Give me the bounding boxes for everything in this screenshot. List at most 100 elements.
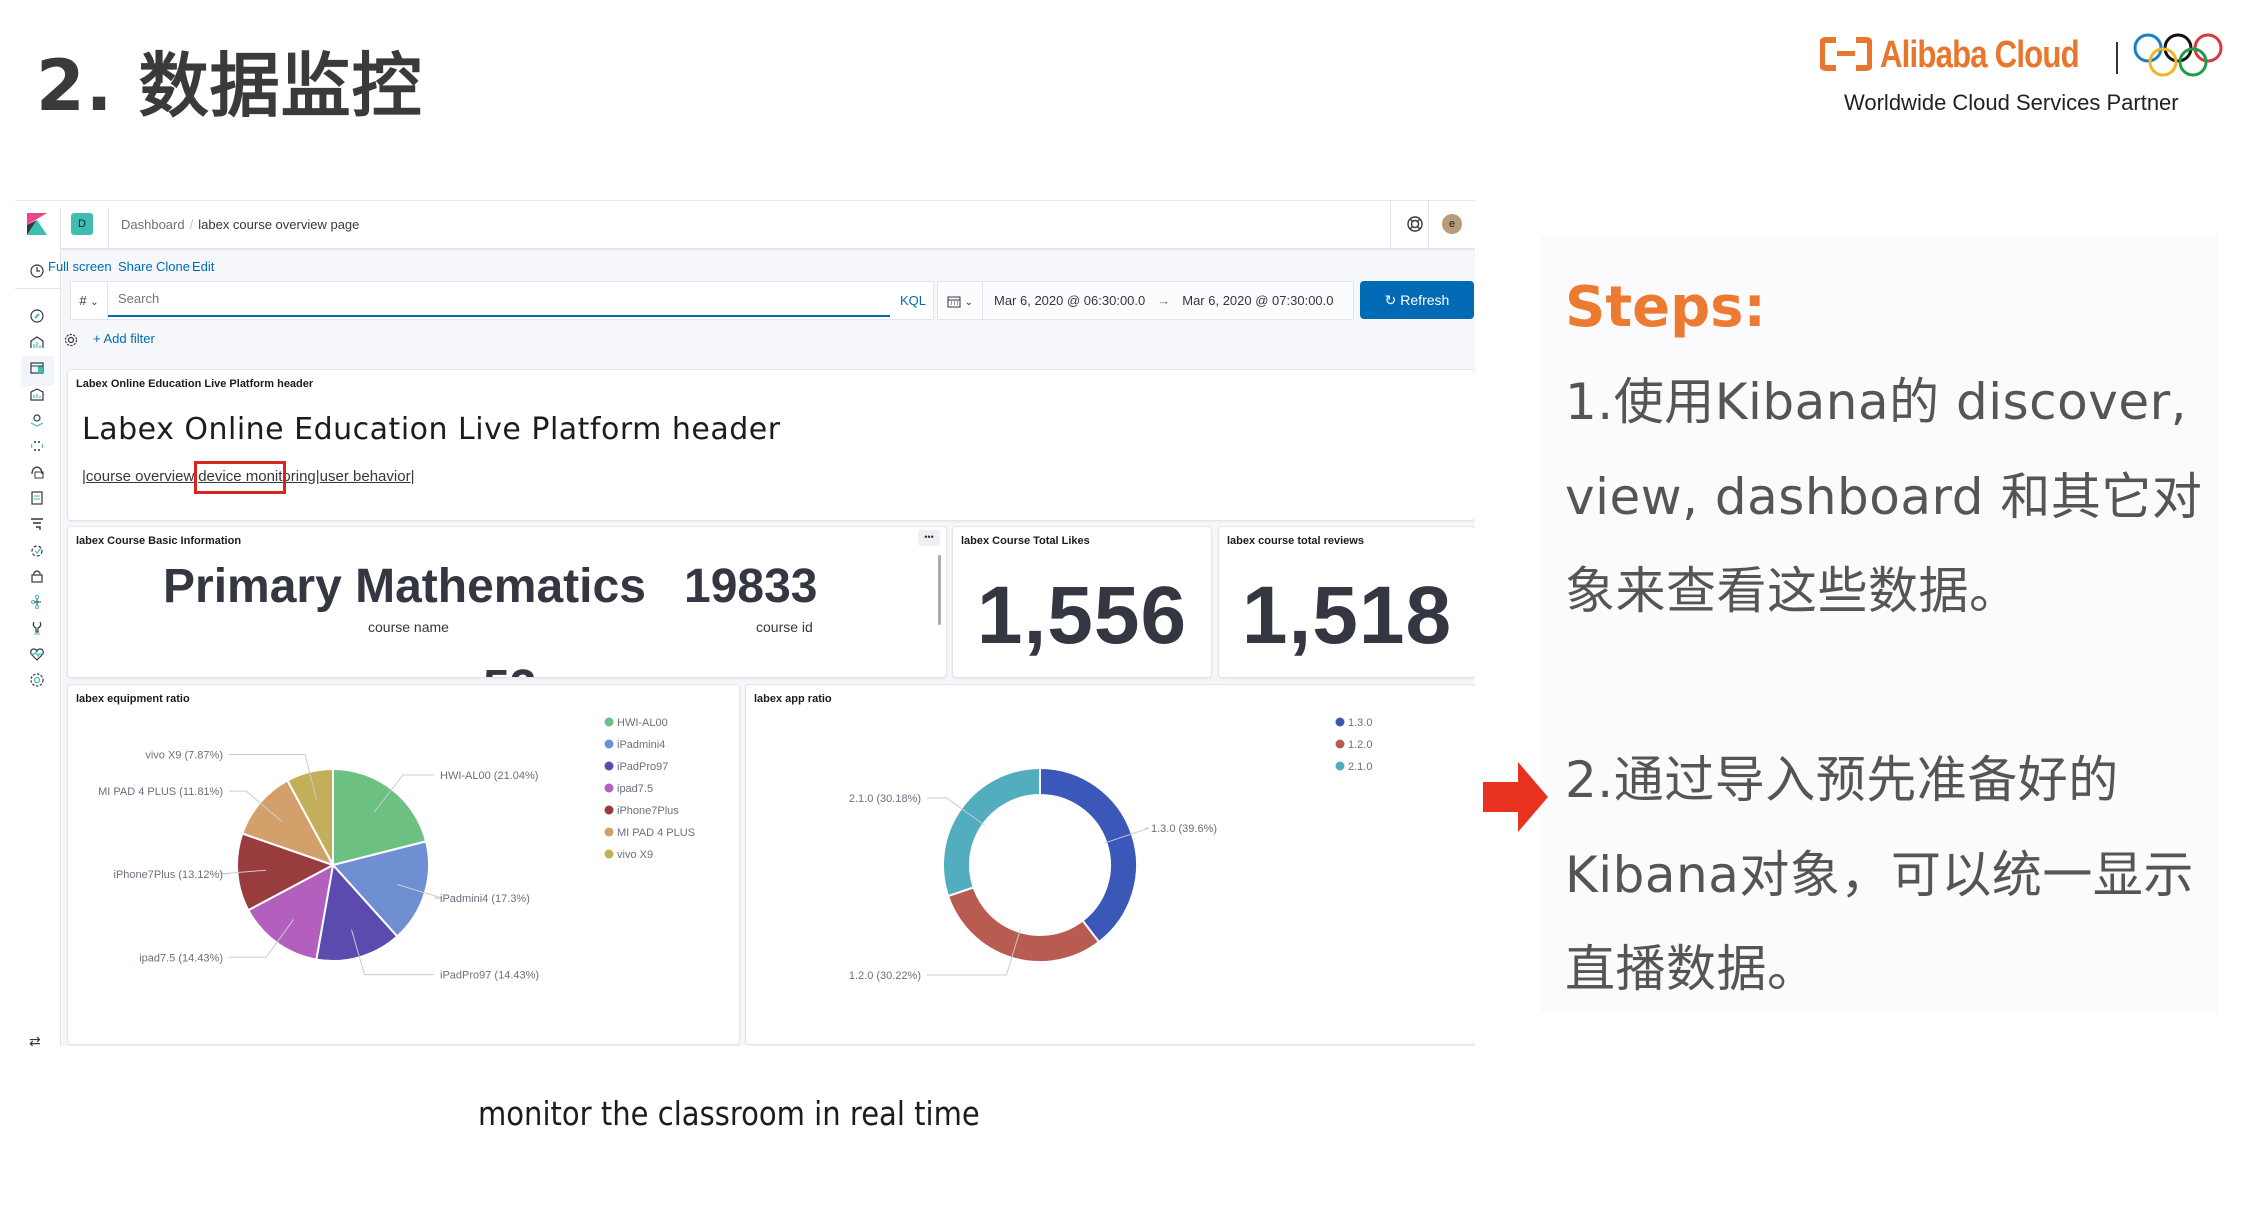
divider — [1428, 201, 1429, 248]
breadcrumb: Dashboard / labex course overview page — [121, 217, 359, 232]
clone-link[interactable]: Clone — [156, 259, 190, 274]
legend-item[interactable]: MI PAD 4 PLUS — [617, 827, 695, 839]
step-1-line-3: 象来查看这些数据。 — [1565, 562, 2020, 620]
highlight-box — [194, 461, 286, 494]
brand-name: Alibaba Cloud — [1880, 34, 2080, 76]
panel-title: labex course total reviews — [1227, 535, 1364, 547]
panel-title: labex Course Basic Information — [76, 535, 242, 547]
legend-item[interactable]: iPadPro97 — [617, 761, 668, 773]
header-panel: Labex Online Education Live Platform hea… — [67, 369, 1475, 521]
uptime-icon[interactable] — [27, 540, 47, 560]
step-1-line-2: view, dashboard 和其它对 — [1565, 468, 2203, 526]
legend-item[interactable]: HWI-AL00 — [617, 717, 668, 729]
legend-swatch — [604, 805, 614, 815]
legend-item[interactable]: ipad7.5 — [617, 783, 653, 795]
space-badge[interactable]: D — [71, 213, 93, 235]
management-icon[interactable] — [27, 670, 47, 690]
panel-title: Labex Online Education Live Platform hea… — [76, 378, 314, 390]
legend-swatch — [604, 783, 614, 793]
graph-icon[interactable] — [27, 592, 47, 612]
course-overview-link[interactable]: course overview — [86, 468, 194, 485]
query-type-button[interactable]: # ⌄ — [71, 282, 108, 319]
apm-icon[interactable] — [27, 514, 47, 534]
logs-icon[interactable] — [27, 488, 47, 508]
legend-swatch — [604, 827, 614, 837]
panel-options-button[interactable]: ••• — [918, 530, 940, 546]
legend-swatch — [604, 717, 614, 727]
add-filter-button[interactable]: + Add filter — [93, 331, 155, 346]
legend-item[interactable]: 1.2.0 — [1348, 739, 1372, 751]
end-date[interactable]: Mar 6, 2020 @ 07:30:00.0 — [1182, 293, 1333, 308]
slice-label: 2.1.0 (30.18%) — [849, 793, 921, 805]
visualize-icon[interactable] — [27, 332, 47, 352]
brand-subtitle: Worldwide Cloud Services Partner — [1844, 90, 2179, 115]
breadcrumb-dashboard[interactable]: Dashboard — [121, 217, 185, 232]
clock-icon[interactable] — [27, 261, 47, 281]
sidebar-nav — [15, 248, 61, 1046]
legend-swatch — [1335, 717, 1345, 727]
course-basic-info-panel: labex Course Basic Information ••• Prima… — [67, 526, 947, 678]
dashboard-icon[interactable] — [27, 358, 47, 378]
app-ratio-panel: labex app ratio 1.3.0 (39.6%) 1.2.0 (30.2… — [745, 684, 1475, 1045]
course-name-label: course name — [368, 619, 449, 635]
slice-label: iPhone7Plus (13.12%) — [114, 869, 223, 881]
total-likes-panel: labex Course Total Likes 1,556 — [952, 526, 1212, 678]
total-reviews-panel: labex course total reviews 1,518 — [1218, 526, 1475, 678]
equipment-pie-chart: HWI-AL00 (21.04%) iPadmini4 (17.3%) iPadPr… — [98, 717, 695, 982]
siem-icon[interactable] — [27, 566, 47, 586]
legend-swatch — [604, 849, 614, 859]
slice-label: ipad7.5 (14.43%) — [139, 952, 223, 964]
full-screen-link[interactable]: Full screen — [48, 259, 112, 274]
maps-icon[interactable] — [27, 410, 47, 430]
help-icon[interactable] — [1405, 214, 1425, 234]
refresh-button[interactable]: ↻ Refresh — [1360, 281, 1474, 319]
date-range[interactable]: Mar 6, 2020 @ 06:30:00.0 → Mar 6, 2020 @ 0… — [994, 293, 1334, 308]
legend-item[interactable]: vivo X9 — [617, 849, 653, 861]
brand-logo: Alibaba Cloud Worldwide Cloud Services P… — [1820, 30, 2230, 125]
user-avatar[interactable]: e — [1442, 214, 1462, 234]
compass-icon[interactable] — [27, 306, 47, 326]
breadcrumb-current: labex course overview page — [198, 217, 360, 232]
share-link[interactable]: Share — [118, 259, 153, 274]
search-input[interactable] — [108, 282, 890, 317]
dev-tools-icon[interactable] — [27, 618, 47, 638]
legend-item[interactable]: iPhone7Plus — [617, 805, 679, 817]
legend-swatch — [1335, 761, 1345, 771]
metric-value-clipped: 53 — [483, 660, 536, 677]
step-1-line-1: 1.使用Kibana的 discover, — [1565, 373, 2188, 431]
slice-label: HWI-AL00 (21.04%) — [440, 770, 538, 782]
slice-label: iPadmini4 (17.3%) — [440, 893, 530, 905]
canvas-icon[interactable] — [27, 384, 47, 404]
legend-item[interactable]: 1.3.0 — [1348, 717, 1372, 729]
collapse-nav-icon[interactable]: ⇄ — [29, 1033, 41, 1046]
ml-icon[interactable] — [27, 436, 47, 456]
edit-link[interactable]: Edit — [192, 259, 214, 274]
app-donut-chart: 1.3.0 (39.6%) 1.2.0 (30.22%) 2.1.0 (30.18%… — [849, 717, 1373, 982]
slice-2-1-0[interactable] — [942, 766, 1041, 898]
slice-label: MI PAD 4 PLUS (11.81%) — [98, 786, 223, 798]
slice-1-2-0[interactable] — [946, 886, 1101, 963]
filter-settings-icon[interactable] — [63, 332, 79, 348]
panel-title: labex Course Total Likes — [961, 535, 1090, 547]
legend-swatch — [604, 739, 614, 749]
kibana-logo-icon[interactable] — [27, 213, 47, 235]
infrastructure-icon[interactable] — [27, 462, 47, 482]
legend-item[interactable]: iPadmini4 — [617, 739, 665, 751]
slide-title: 2. 数据监控 — [36, 45, 423, 127]
chevron-down-icon: ⌄ — [964, 297, 973, 308]
scrollbar[interactable] — [938, 555, 941, 625]
legend-item[interactable]: 2.1.0 — [1348, 761, 1372, 773]
user-behavior-link[interactable]: user behavior — [320, 468, 411, 485]
equipment-ratio-panel: labex equipment ratio HWI-AL00 (21.04%) i… — [67, 684, 740, 1045]
course-name-value: Primary Mathematics — [163, 560, 646, 613]
legend-swatch — [1335, 739, 1345, 749]
quick-menu-button[interactable]: ⌄ — [938, 282, 983, 319]
slice-1-3-0[interactable] — [1039, 766, 1138, 944]
start-date[interactable]: Mar 6, 2020 @ 06:30:00.0 — [994, 293, 1145, 308]
steps-box: Steps: 1.使用Kibana的 discover, view, dashb… — [1540, 235, 2218, 1013]
alibaba-cloud-icon — [1820, 37, 1872, 71]
divider — [60, 207, 61, 247]
slice-label: 1.3.0 (39.6%) — [1151, 823, 1217, 835]
monitoring-icon[interactable] — [27, 644, 47, 664]
kql-toggle[interactable]: KQL — [893, 282, 933, 319]
